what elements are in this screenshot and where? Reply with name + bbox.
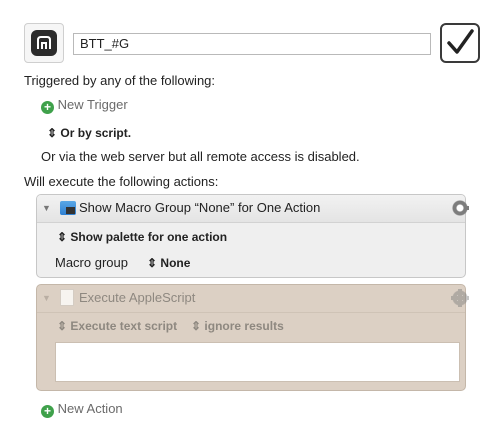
action-mode-popup[interactable]: ⇕ Show palette for one action xyxy=(57,229,227,245)
results-label: ignore results xyxy=(204,319,284,333)
macro-icon-well[interactable] xyxy=(24,23,64,63)
popup-arrows-icon: ⇕ xyxy=(57,319,68,333)
popup-arrows-icon: ⇕ xyxy=(191,319,202,333)
action-mode-label: Show palette for one action xyxy=(70,230,228,244)
popup-arrows-icon: ⇕ xyxy=(147,256,158,270)
disclosure-triangle-icon[interactable]: ▼ xyxy=(42,203,51,213)
script-mode-popup[interactable]: ⇕ Execute text script xyxy=(57,318,177,334)
action-title: Show Macro Group “None” for One Action xyxy=(79,200,321,215)
new-action-label: New Action xyxy=(57,401,123,416)
popup-arrows-icon: ⇕ xyxy=(57,230,68,244)
macro-enabled-checkbox[interactable] xyxy=(440,23,480,63)
popup-arrows-icon: ⇕ xyxy=(47,126,58,140)
macro-name-field[interactable]: BTT_#G xyxy=(73,33,431,55)
macro-group-value: None xyxy=(160,256,191,270)
add-icon: + xyxy=(41,101,54,114)
checkmark-icon xyxy=(447,29,474,54)
script-trigger-label: Or by script. xyxy=(60,126,132,140)
script-trigger-popup[interactable]: ⇕ Or by script. xyxy=(47,125,131,141)
web-server-note: Or via the web server but all remote acc… xyxy=(41,149,360,164)
results-popup[interactable]: ⇕ ignore results xyxy=(191,318,284,334)
gear-icon[interactable] xyxy=(451,199,469,217)
script-mode-label: Execute text script xyxy=(70,319,178,333)
new-action-button[interactable]: + New Action xyxy=(41,401,123,418)
applescript-text-area[interactable] xyxy=(55,342,460,382)
new-trigger-button[interactable]: + New Trigger xyxy=(41,97,128,114)
new-trigger-label: New Trigger xyxy=(57,97,128,112)
gear-icon[interactable] xyxy=(451,289,469,307)
applescript-icon xyxy=(60,289,74,306)
actions-heading: Will execute the following actions: xyxy=(24,174,219,189)
macro-group-icon xyxy=(60,201,76,215)
add-icon: + xyxy=(41,405,54,418)
action-title: Execute AppleScript xyxy=(79,290,196,305)
macro-group-label: Macro group xyxy=(55,255,128,270)
macro-group-popup[interactable]: ⇕ None xyxy=(147,255,190,271)
disclosure-triangle-icon[interactable]: ▼ xyxy=(42,293,51,303)
btt-app-icon xyxy=(31,30,57,56)
triggers-heading: Triggered by any of the following: xyxy=(24,73,216,88)
